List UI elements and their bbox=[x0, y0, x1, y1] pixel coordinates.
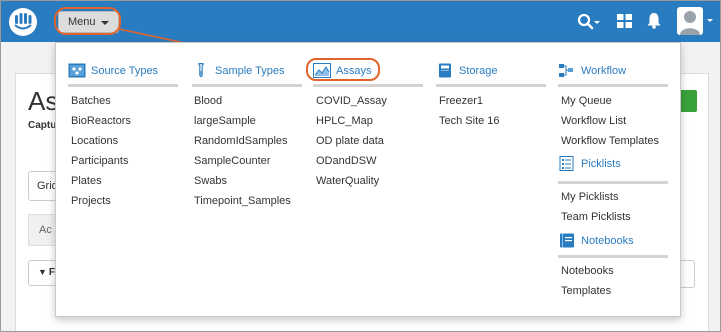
main-menu-dropdown: Source Types Batches BioReactors Locatio… bbox=[55, 42, 681, 317]
menu-item-timepoint-samples[interactable]: Timepoint_Samples bbox=[194, 195, 291, 207]
menu-item-workflow-templates[interactable]: Workflow Templates bbox=[561, 135, 659, 147]
assays-highlight bbox=[306, 58, 380, 81]
menu-item-plates[interactable]: Plates bbox=[71, 175, 102, 187]
menu-item-batches[interactable]: Batches bbox=[71, 95, 111, 107]
menu-item-waterquality[interactable]: WaterQuality bbox=[316, 175, 379, 187]
source-types-icon bbox=[68, 63, 86, 78]
divider bbox=[192, 84, 302, 87]
menu-item-od-plate-data[interactable]: OD plate data bbox=[316, 135, 384, 147]
workflow-icon bbox=[559, 64, 573, 77]
divider bbox=[558, 255, 668, 258]
menu-header-label: Storage bbox=[459, 64, 498, 77]
menu-header-label: Picklists bbox=[581, 157, 621, 170]
menu-highlight bbox=[54, 7, 121, 35]
menu-header-notebooks[interactable]: Notebooks bbox=[558, 233, 634, 248]
test-tube-icon bbox=[198, 63, 204, 78]
menu-header-sample-types[interactable]: Sample Types bbox=[192, 63, 285, 78]
menu-item-hplc-map[interactable]: HPLC_Map bbox=[316, 115, 373, 127]
menu-item-my-queue[interactable]: My Queue bbox=[561, 95, 612, 107]
app-window: As Captu Grid Ac ▼ F Menu Source Types B… bbox=[0, 0, 721, 332]
menu-header-source-types[interactable]: Source Types bbox=[68, 63, 158, 78]
menu-item-blood[interactable]: Blood bbox=[194, 95, 222, 107]
menu-item-odanddsw[interactable]: ODandDSW bbox=[316, 155, 377, 167]
menu-item-projects[interactable]: Projects bbox=[71, 195, 111, 207]
menu-item-covid-assay[interactable]: COVID_Assay bbox=[316, 95, 387, 107]
menu-item-bioreactors[interactable]: BioReactors bbox=[71, 115, 131, 127]
menu-item-workflow-list[interactable]: Workflow List bbox=[561, 115, 626, 127]
menu-item-participants[interactable]: Participants bbox=[71, 155, 128, 167]
menu-item-locations[interactable]: Locations bbox=[71, 135, 118, 147]
menu-header-label: Notebooks bbox=[581, 234, 634, 247]
menu-item-freezer1[interactable]: Freezer1 bbox=[439, 95, 483, 107]
menu-item-randomidsamples[interactable]: RandomIdSamples bbox=[194, 135, 288, 147]
menu-item-my-picklists[interactable]: My Picklists bbox=[561, 191, 618, 203]
menu-item-team-picklists[interactable]: Team Picklists bbox=[561, 211, 631, 223]
menu-header-label: Sample Types bbox=[215, 64, 285, 77]
menu-item-tech-site-16[interactable]: Tech Site 16 bbox=[439, 115, 500, 127]
menu-header-storage[interactable]: Storage bbox=[436, 63, 498, 78]
divider bbox=[558, 181, 668, 184]
menu-item-swabs[interactable]: Swabs bbox=[194, 175, 227, 187]
menu-item-templates[interactable]: Templates bbox=[561, 285, 611, 297]
menu-header-label: Source Types bbox=[91, 64, 159, 77]
menu-item-samplecounter[interactable]: SampleCounter bbox=[194, 155, 270, 167]
divider bbox=[68, 84, 178, 87]
notebook-icon bbox=[560, 233, 574, 248]
menu-item-largesample[interactable]: largeSample bbox=[194, 115, 256, 127]
menu-header-picklists[interactable]: Picklists bbox=[558, 156, 621, 171]
picklist-icon bbox=[559, 156, 574, 171]
menu-header-workflow[interactable]: Workflow bbox=[558, 63, 626, 78]
divider bbox=[558, 84, 668, 87]
divider bbox=[436, 84, 546, 87]
menu-header-label: Workflow bbox=[581, 64, 627, 77]
divider bbox=[313, 84, 423, 87]
storage-book-icon bbox=[439, 63, 451, 78]
menu-item-notebooks[interactable]: Notebooks bbox=[561, 265, 614, 277]
